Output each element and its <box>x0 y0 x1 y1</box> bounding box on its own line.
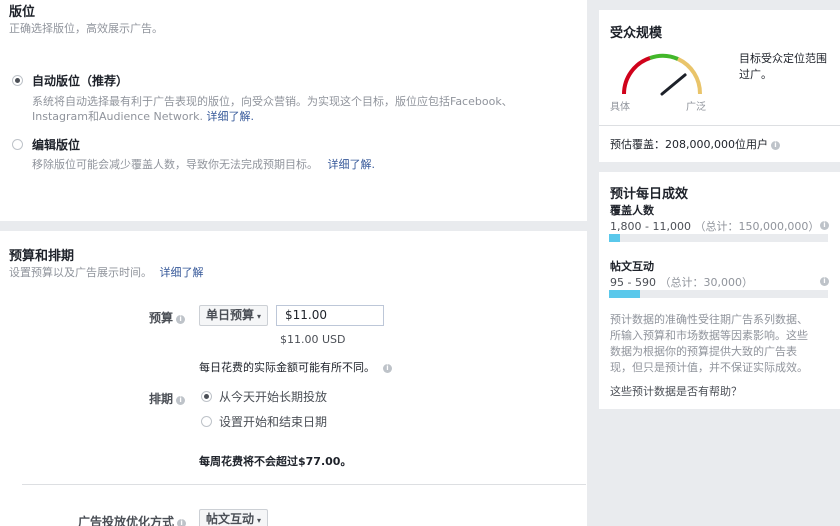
audience-gauge <box>622 53 703 96</box>
info-icon[interactable]: i <box>177 519 187 526</box>
info-icon[interactable]: i <box>770 141 780 150</box>
edit-placement-label[interactable]: 编辑版位 <box>32 136 80 153</box>
budget-type-select[interactable]: 单日预算 ▾ <box>199 305 269 326</box>
reach-progress-fill <box>609 234 620 242</box>
helpful-feedback-link[interactable]: 这些预计数据是否有帮助？ <box>610 383 742 399</box>
audience-title: 受众规模 <box>610 26 663 41</box>
info-icon[interactable]: i <box>820 221 829 230</box>
schedule-dates-radio[interactable] <box>201 416 212 427</box>
info-icon[interactable]: i <box>820 277 829 286</box>
auto-placement-label[interactable]: 自动版位（推荐） <box>32 72 128 89</box>
budget-label: 预算 i <box>149 309 186 326</box>
schedule-label: 排期 i <box>149 390 186 407</box>
results-title: 预计每日成效 <box>610 187 689 202</box>
placement-panel: 版位 正确选择版位，高效展示广告。 自动版位（推荐） 系统将自动选择最有利于广告… <box>0 0 587 221</box>
engagement-progress-fill <box>609 290 640 298</box>
divider <box>22 484 586 485</box>
schedule-ongoing-radio[interactable] <box>201 391 212 402</box>
engagement-metric-label: 帖文互动 <box>610 260 654 273</box>
budget-title: 预算和排期 <box>9 249 75 264</box>
info-icon[interactable]: i <box>176 396 186 405</box>
results-disclaimer: 预计数据的准确性受往期广告系列数据、 所输入预算和市场数据等因素影响。这些 数据… <box>610 313 808 374</box>
schedule-ongoing-label[interactable]: 从今天开始长期投放 <box>219 388 327 405</box>
reach-progress-bar <box>609 234 828 242</box>
placement-subtitle: 正确选择版位，高效展示广告。 <box>9 22 163 35</box>
dropdown-arrow-icon: ▾ <box>257 516 262 525</box>
budget-subtitle: 设置预算以及广告展示时间。 详细了解 <box>9 266 204 279</box>
edit-placement-radio[interactable] <box>12 139 23 150</box>
budget-amount-input[interactable]: $11.00 <box>276 305 384 326</box>
weekly-spend-note: 每周花费将不会超过$77.00。 <box>199 455 352 468</box>
audience-note: 目标受众定位范围过广。 <box>739 52 827 81</box>
budget-learn-more[interactable]: 详细了解 <box>160 266 204 279</box>
gauge-right-label: 广泛 <box>686 102 706 113</box>
daily-spend-note: 每日花费的实际金额可能有所不同。 i <box>199 359 392 375</box>
dropdown-arrow-icon: ▾ <box>257 312 262 321</box>
engagement-metric-value: 95 - 590 （总计：30,000） <box>610 276 753 289</box>
auto-placement-learn-more[interactable]: 详细了解. <box>206 110 254 123</box>
auto-placement-desc: 系统将自动选择最有利于广告表现的版位，向受众营销。为实现这个目标，版位应包括Fa… <box>32 95 513 123</box>
engagement-progress-bar <box>609 290 828 298</box>
placement-title: 版位 <box>9 5 36 20</box>
budget-usd-text: $11.00 USD <box>280 333 346 346</box>
reach-metric-value: 1,800 - 11,000 （总计：150,000,000） <box>610 220 820 233</box>
gauge-needle-icon <box>660 73 687 96</box>
gauge-left-label: 具体 <box>610 102 630 113</box>
divider <box>599 125 840 126</box>
estimated-reach: 预估覆盖：208,000,000位用户 i <box>610 136 780 152</box>
gauge-red-arc <box>622 56 651 95</box>
audience-size-panel: 受众规模 具体 广泛 目标受众定位范围过广。 预估覆盖：208,000,000位… <box>599 10 840 162</box>
daily-results-panel: 预计每日成效 覆盖人数 1,800 - 11,000 （总计：150,000,0… <box>599 172 840 409</box>
optimization-select[interactable]: 帖文互动 ▾ <box>199 509 269 526</box>
gauge-green-arc <box>649 53 679 61</box>
schedule-dates-label[interactable]: 设置开始和结束日期 <box>219 413 327 430</box>
edit-placement-learn-more[interactable]: 详细了解. <box>328 158 376 171</box>
optimization-label: 广告投放优化方式 i <box>78 513 187 526</box>
auto-placement-radio[interactable] <box>12 75 23 86</box>
edit-placement-desc: 移除版位可能会减少覆盖人数，导致你无法完成预期目标。 详细了解. <box>32 158 376 171</box>
reach-metric-label: 覆盖人数 <box>610 204 654 217</box>
info-icon[interactable]: i <box>383 364 392 373</box>
info-icon[interactable]: i <box>176 315 186 324</box>
